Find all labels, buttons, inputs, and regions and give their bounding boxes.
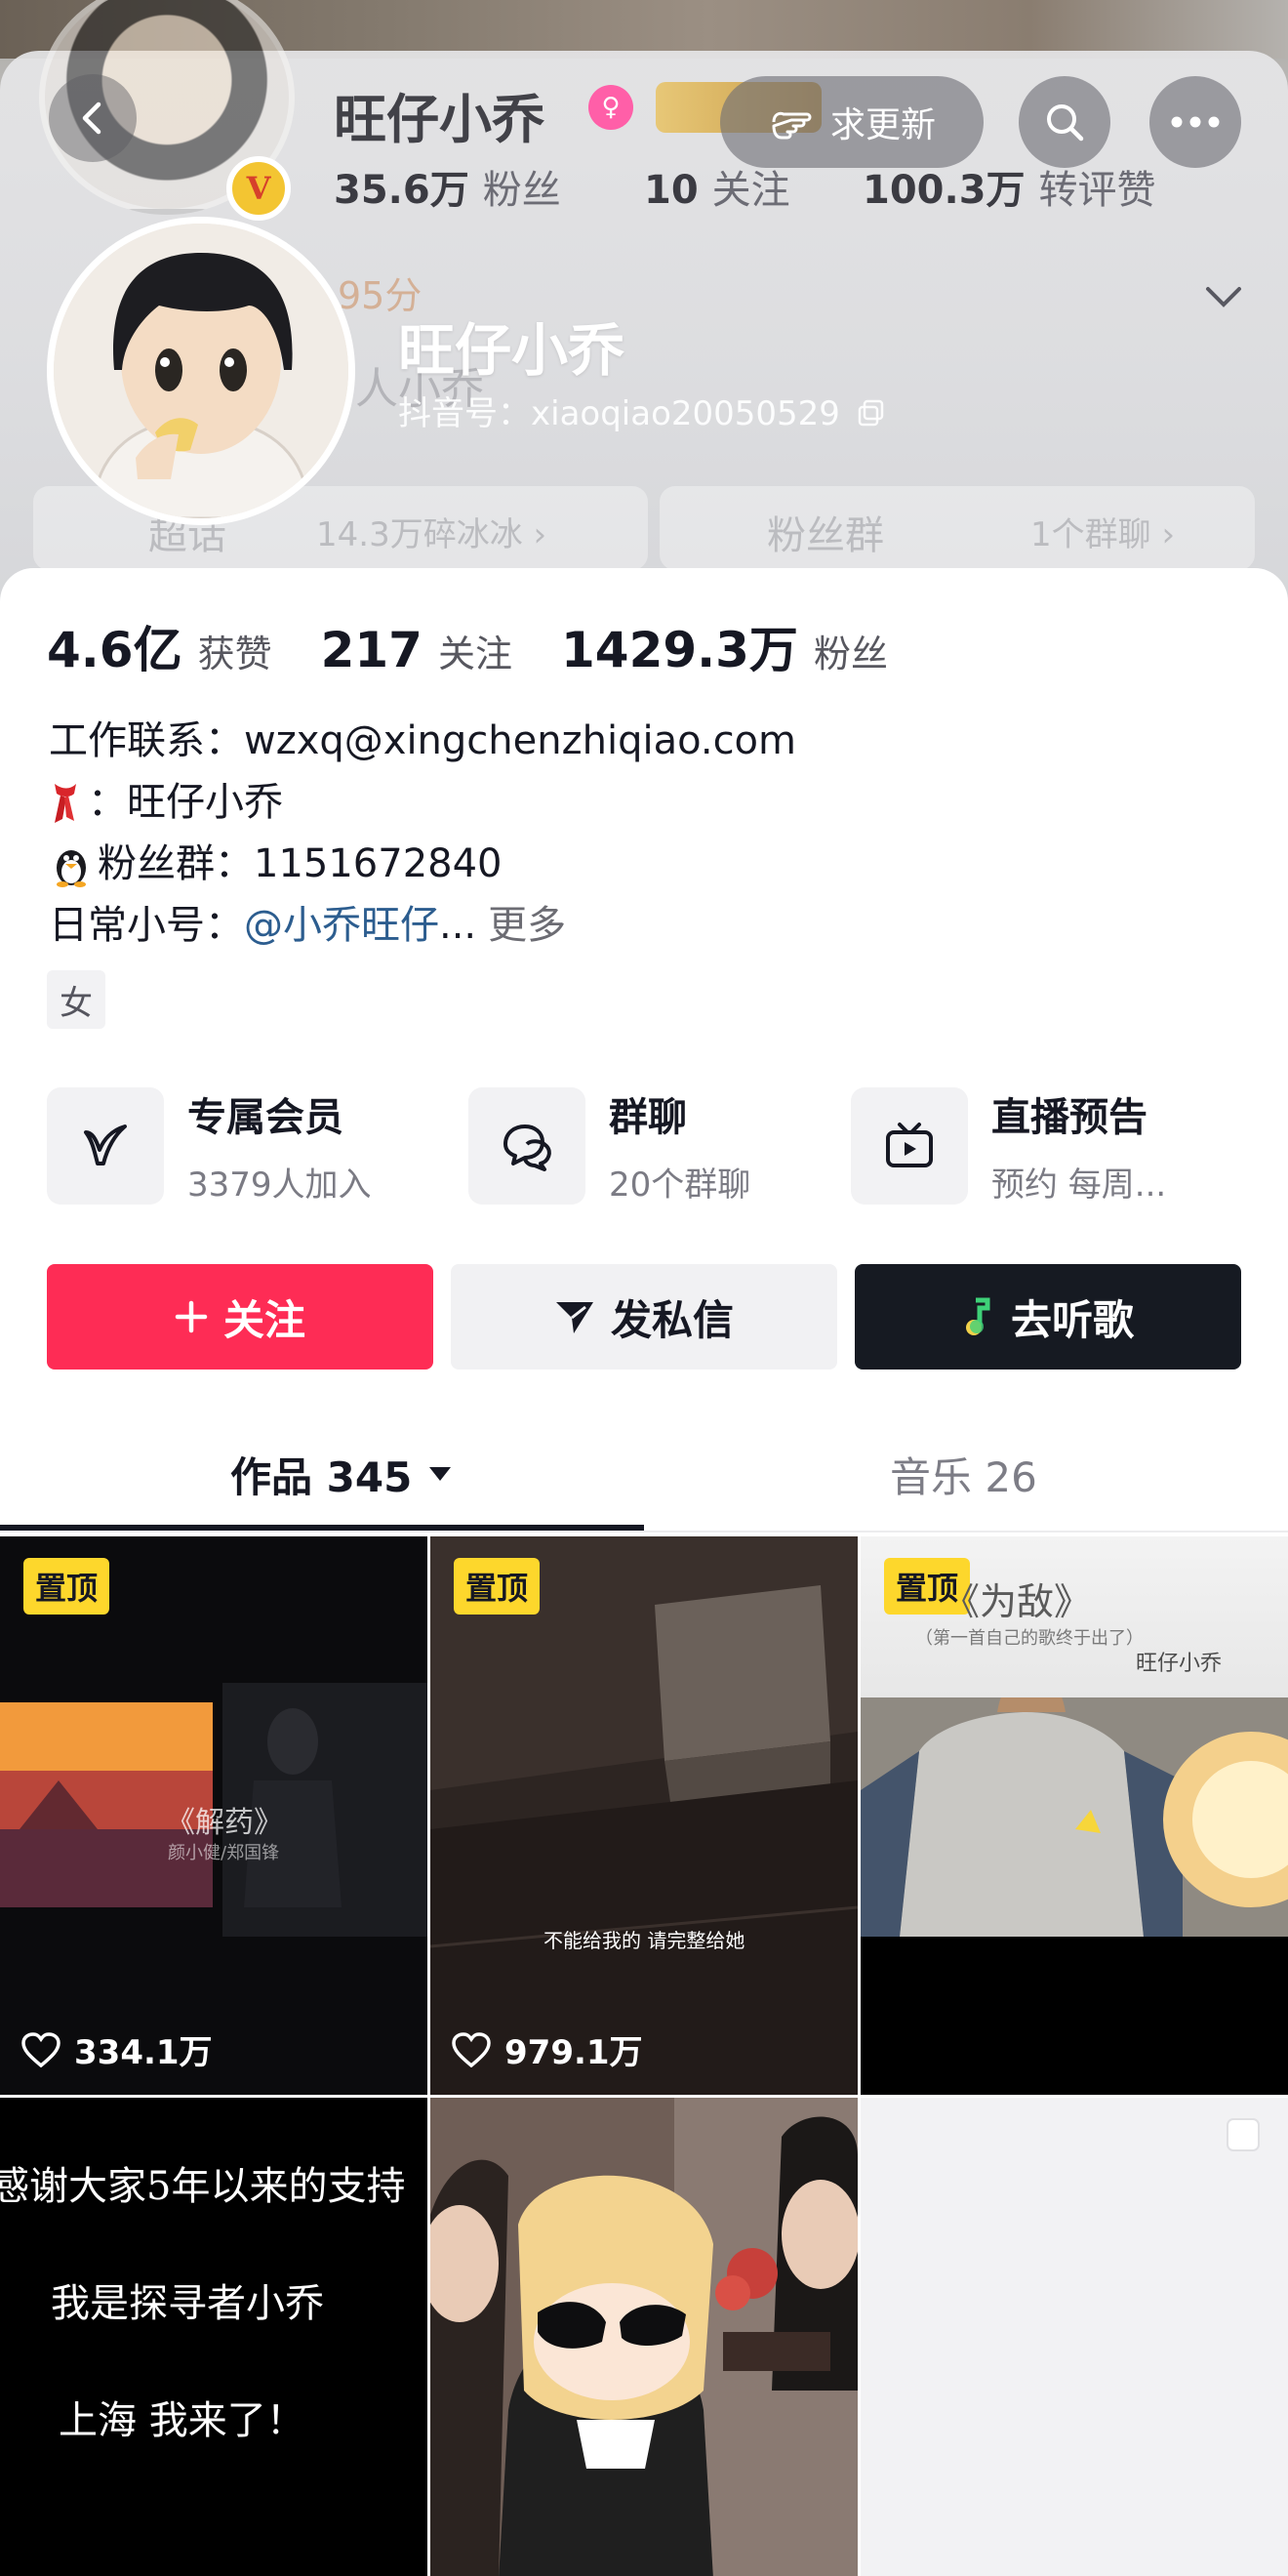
sticky-name: 旺仔小乔 (334, 89, 544, 150)
stat-followers[interactable]: 1429.3万 粉丝 (561, 611, 888, 681)
female-icon: ♀ (588, 85, 633, 130)
back-arrow-icon (82, 102, 101, 135)
gender-tag: 女 (47, 970, 105, 1029)
pinned-badge: 置顶 (454, 1558, 541, 1615)
video-tile[interactable] (430, 2098, 858, 2576)
profile-sheet: 4.6亿 获赞 217 关注 1429.3万 粉丝 工作联系：wzxq@xingche… (0, 568, 1288, 2576)
profile-stats: 4.6亿 获赞 217 关注 1429.3万 粉丝 (47, 611, 937, 681)
tab-works[interactable]: 作品 345 (230, 1415, 453, 1533)
video-caption: 《为敌》 (943, 1580, 1092, 1623)
heart-icon (452, 2031, 491, 2067)
video-text-line: 我是探寻者小乔 (51, 2281, 324, 2326)
video-subcaption: 颜小健/郑国锋 (168, 1843, 280, 1863)
bio-line-scarf: ：旺仔小乔 (49, 772, 796, 834)
video-tile-loading[interactable] (861, 2098, 1288, 2576)
bio: 工作联系：wzxq@xingchenzhiqiao.com ：旺仔小乔 粉丝群：… (49, 711, 796, 957)
image-placeholder-icon (1227, 2118, 1260, 2151)
more-dots-icon (1171, 116, 1220, 128)
dropdown-triangle-icon[interactable] (427, 1465, 453, 1483)
video-tile[interactable]: 置顶 《解药》 颜小健/郑国锋 334.1万 (0, 1536, 427, 2095)
follow-button[interactable]: 关注 (47, 1264, 433, 1370)
video-tile[interactable]: 感谢大家5年以来的支持 我是探寻者小乔 上海 我来了！ (0, 2098, 427, 2576)
chevron-down-icon[interactable] (1204, 273, 1243, 318)
stat-following[interactable]: 217 关注 (321, 622, 512, 678)
qq-penguin-icon (49, 842, 94, 887)
profile-screen: V 旺仔小乔 ♀ 35.6万 粉丝 10 关注 100.3万 转评赞 95分 人小乔 … (0, 0, 1288, 2576)
bio-more-link[interactable]: 更多 (488, 895, 566, 957)
bio-fan-group: 粉丝群：1151672840 (49, 834, 796, 895)
video-likes: 334.1万 (21, 2025, 213, 2073)
tab-divider (0, 1531, 1288, 1533)
tv-icon (851, 1086, 968, 1205)
feature-live-preview[interactable]: 直播预告 预约 每周... (851, 1085, 1166, 1206)
send-plane-icon (554, 1298, 595, 1335)
video-author: 旺仔小乔 (1136, 1652, 1223, 1676)
profile-header: V 旺仔小乔 ♀ 35.6万 粉丝 10 关注 100.3万 转评赞 95分 人小乔 … (0, 0, 1288, 605)
search-icon (1047, 104, 1084, 142)
stat-likes[interactable]: 4.6亿 获赞 (47, 611, 272, 681)
ghost-row-right: 粉丝群 1个群聊 › (660, 486, 1255, 570)
music-note-icon (962, 1296, 995, 1337)
video-caption: 《解药》 (166, 1806, 283, 1840)
profile-name: 旺仔小乔 (398, 317, 625, 384)
chat-bubbles-icon (468, 1086, 585, 1205)
message-button[interactable]: 发私信 (451, 1264, 837, 1370)
back-button[interactable] (49, 74, 137, 162)
profile-avatar[interactable] (47, 217, 355, 525)
douyin-id[interactable]: 抖音号：xiaoqiao20050529 (398, 387, 886, 434)
search-button[interactable] (1019, 76, 1110, 168)
heart-icon (21, 2031, 60, 2067)
sticky-followers: 35.6万 粉丝 (334, 168, 561, 213)
request-update-button[interactable]: 求更新 (720, 76, 984, 168)
copy-icon[interactable] (857, 398, 886, 428)
alt-account-mention[interactable]: @小乔旺仔 (244, 895, 439, 957)
video-caption: 不能给我的 请完整给她 (543, 1929, 745, 1952)
content-tabs: 作品 345 音乐 26 (0, 1415, 1288, 1533)
video-tile[interactable]: 置顶 《为敌》 （第一首自己的歌终于出了） 旺仔小乔 置顶 《为敌》 （第一首自… (861, 1536, 1288, 2095)
bio-work-contact: 工作联系：wzxq@xingchenzhiqiao.com (49, 718, 796, 763)
feature-membership[interactable]: 专属会员 3379人加入 (47, 1085, 372, 1206)
listen-music-button[interactable]: 去听歌 (855, 1264, 1241, 1370)
verified-v-icon: V (226, 156, 291, 221)
video-text-line: 感谢大家5年以来的支持 (0, 2164, 406, 2209)
membership-v-icon (47, 1086, 164, 1205)
red-scarf-icon (49, 780, 82, 827)
hand-point-icon (772, 111, 812, 140)
tab-music[interactable]: 音乐 26 (890, 1415, 1037, 1533)
bio-alt-account: 日常小号： @小乔旺仔 ... 更多 (49, 895, 796, 957)
pinned-badge: 置顶 (23, 1558, 110, 1615)
feature-group-chat[interactable]: 群聊 20个群聊 (468, 1085, 750, 1206)
video-tile[interactable]: 置顶 不能给我的 请完整给她 979.1万 (430, 1536, 858, 2095)
plus-icon (175, 1300, 208, 1333)
video-text-line: 上海 我来了！ (59, 2398, 305, 2443)
more-button[interactable] (1149, 76, 1241, 168)
video-likes: 979.1万 (452, 2025, 643, 2073)
video-subcaption: （第一首自己的歌终于出了） (915, 1628, 1144, 1649)
